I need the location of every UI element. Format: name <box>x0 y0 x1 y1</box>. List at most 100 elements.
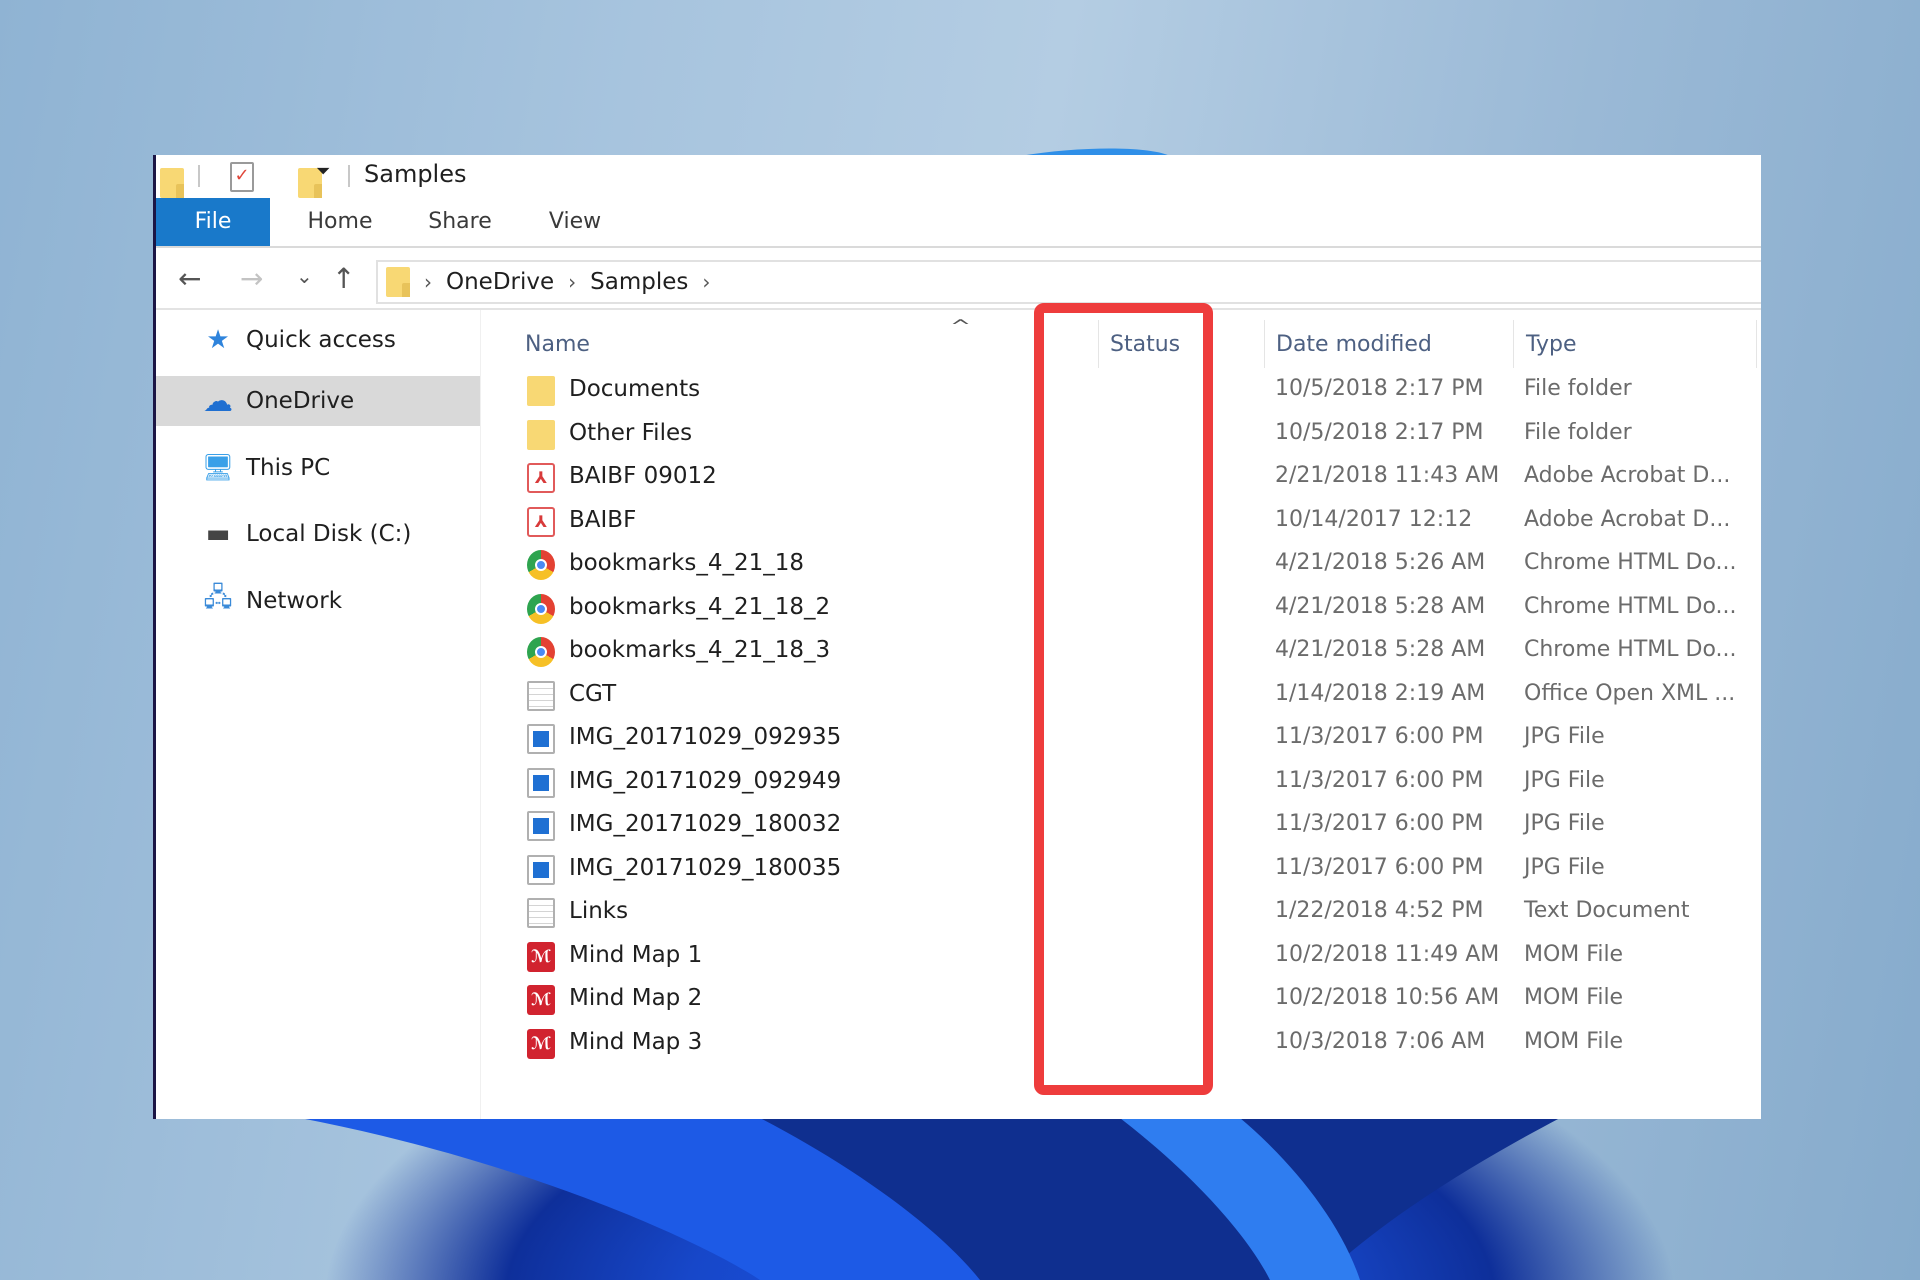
folder-icon[interactable] <box>160 168 184 198</box>
title-bar: ✓ ⏷ Samples <box>156 155 1761 198</box>
file-type: MOM File <box>1524 985 1624 1010</box>
forward-button[interactable]: → <box>240 262 263 295</box>
customize-dropdown-icon[interactable]: ⏷ <box>316 161 330 182</box>
image-file-icon <box>527 724 555 754</box>
breadcrumb-samples[interactable]: Samples <box>590 269 688 295</box>
file-name: Links <box>569 898 629 924</box>
mind-map-icon: ℳ <box>527 985 555 1015</box>
star-icon: ★ <box>206 325 230 355</box>
file-name: BAIBF <box>569 506 637 533</box>
file-date-modified: 10/2/2018 11:49 AM <box>1275 941 1500 967</box>
file-type: Adobe Acrobat D... <box>1524 463 1731 488</box>
tab-file[interactable]: File <box>156 198 270 246</box>
sidebar-item-this-pc[interactable]: 🖥 This PC <box>156 443 480 493</box>
ribbon-tabs: File Home Share View <box>156 198 1761 248</box>
address-bar[interactable]: › OneDrive › Samples › <box>376 260 1761 304</box>
up-button[interactable]: ↑ <box>332 262 355 295</box>
status-column-highlight <box>1034 303 1213 1095</box>
column-header-date-modified[interactable]: Date modified <box>1276 332 1432 357</box>
file-type: Text Document <box>1524 898 1690 923</box>
toolbar-divider <box>198 165 200 187</box>
navigation-bar: ← → ⌄ ↑ › OneDrive › Samples › <box>156 248 1761 310</box>
text-document-icon <box>527 898 555 928</box>
toolbar-divider <box>348 165 350 187</box>
file-type: MOM File <box>1524 941 1624 967</box>
sidebar-item-onedrive[interactable]: ☁ OneDrive <box>156 376 480 426</box>
file-date-modified: 1/14/2018 2:19 AM <box>1275 680 1486 706</box>
sidebar-item-label: This PC <box>246 455 331 481</box>
folder-icon <box>386 267 410 297</box>
file-date-modified: 11/3/2017 6:00 PM <box>1275 767 1484 793</box>
chrome-html-icon <box>527 550 555 580</box>
file-type: Chrome HTML Do... <box>1524 593 1737 619</box>
column-divider[interactable] <box>1513 320 1514 368</box>
file-date-modified: 10/5/2018 2:17 PM <box>1275 419 1484 445</box>
file-type: Office Open XML ... <box>1524 680 1736 706</box>
file-type: File folder <box>1524 419 1632 445</box>
image-file-icon <box>527 854 555 885</box>
file-date-modified: 11/3/2017 6:00 PM <box>1275 811 1484 836</box>
file-date-modified: 4/21/2018 5:26 AM <box>1275 550 1486 575</box>
file-type: MOM File <box>1524 1028 1624 1054</box>
file-date-modified: 4/21/2018 5:28 AM <box>1275 637 1486 662</box>
tab-view[interactable]: View <box>530 198 620 246</box>
file-type: Chrome HTML Do... <box>1524 637 1737 662</box>
tab-share[interactable]: Share <box>410 198 510 246</box>
text-document-icon <box>527 680 555 711</box>
pdf-icon: ⅄ <box>527 506 555 537</box>
sidebar-item-quick-access[interactable]: ★ Quick access <box>156 315 480 365</box>
file-name: Mind Map 1 <box>569 941 703 968</box>
image-file-icon <box>527 811 555 841</box>
file-name: Other Files <box>569 419 693 446</box>
file-date-modified: 11/3/2017 6:00 PM <box>1275 724 1484 749</box>
file-type: Chrome HTML Do... <box>1524 550 1737 575</box>
file-name: bookmarks_4_21_18 <box>569 550 804 576</box>
file-name: CGT <box>569 680 617 707</box>
breadcrumb-separator: › <box>424 270 432 294</box>
column-header-type[interactable]: Type <box>1526 332 1577 357</box>
file-explorer-window: ✓ ⏷ Samples File Home Share View ← → ⌄ ↑… <box>153 155 1761 1119</box>
column-divider[interactable] <box>1756 320 1757 368</box>
file-type: JPG File <box>1524 724 1605 749</box>
file-date-modified: 2/21/2018 11:43 AM <box>1275 463 1500 488</box>
network-icon: 🖧 <box>203 583 233 613</box>
folder-icon <box>527 419 555 450</box>
file-type: JPG File <box>1524 854 1605 880</box>
file-name: Mind Map 2 <box>569 985 703 1011</box>
file-type: JPG File <box>1524 767 1605 793</box>
file-date-modified: 1/22/2018 4:52 PM <box>1275 898 1484 923</box>
recent-locations-button[interactable]: ⌄ <box>296 264 313 288</box>
properties-icon[interactable]: ✓ <box>230 162 254 192</box>
sort-ascending-icon: ^ <box>949 316 972 337</box>
file-name: IMG_20171029_092949 <box>569 767 842 794</box>
breadcrumb-separator[interactable]: › <box>568 270 576 294</box>
sidebar-item-network[interactable]: 🖧 Network <box>156 576 480 626</box>
tab-home[interactable]: Home <box>290 198 390 246</box>
pdf-icon: ⅄ <box>527 463 555 493</box>
window-title: Samples <box>364 160 467 188</box>
column-divider[interactable] <box>1264 320 1265 368</box>
file-type: File folder <box>1524 376 1632 401</box>
file-name: IMG_20171029_180035 <box>569 854 842 881</box>
file-date-modified: 11/3/2017 6:00 PM <box>1275 854 1484 880</box>
file-name: bookmarks_4_21_18_2 <box>569 593 831 620</box>
breadcrumb-separator[interactable]: › <box>702 270 710 294</box>
cloud-icon: ☁ <box>203 383 233 419</box>
file-name: Documents <box>569 376 701 402</box>
mind-map-icon: ℳ <box>527 1028 555 1059</box>
file-type: Adobe Acrobat D... <box>1524 506 1731 532</box>
monitor-icon: 🖥 <box>201 453 235 483</box>
folder-icon <box>527 376 555 406</box>
mind-map-icon: ℳ <box>527 941 555 972</box>
column-header-name[interactable]: Name <box>525 332 590 357</box>
sidebar-item-label: Quick access <box>246 327 396 353</box>
file-date-modified: 10/5/2018 2:17 PM <box>1275 376 1484 401</box>
file-type: JPG File <box>1524 811 1605 836</box>
file-date-modified: 10/2/2018 10:56 AM <box>1275 985 1500 1010</box>
file-date-modified: 10/3/2018 7:06 AM <box>1275 1028 1486 1054</box>
sidebar-item-local-disk[interactable]: ▬ Local Disk (C:) <box>156 509 480 559</box>
breadcrumb-onedrive[interactable]: OneDrive <box>446 269 554 295</box>
sidebar-item-label: OneDrive <box>246 388 355 414</box>
back-button[interactable]: ← <box>178 262 201 295</box>
file-name: Mind Map 3 <box>569 1028 703 1055</box>
